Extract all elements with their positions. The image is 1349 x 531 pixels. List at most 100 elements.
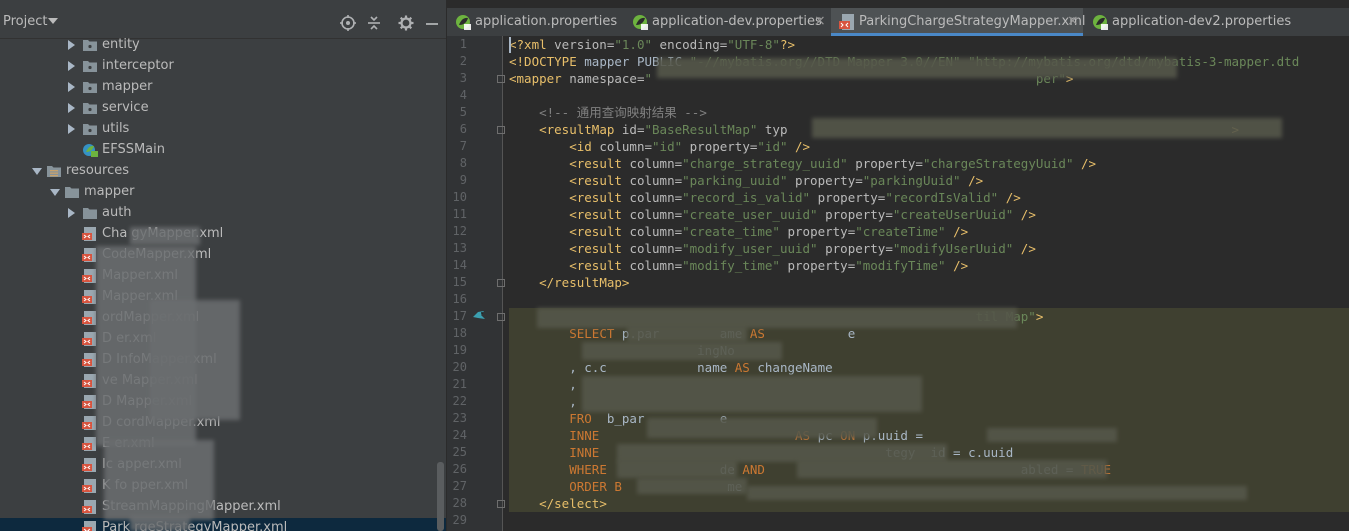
tree-item[interactable]: CodeMapper.xml bbox=[0, 245, 446, 266]
code-token: "record_is_valid" bbox=[682, 190, 811, 205]
line-number: 10 bbox=[452, 190, 467, 204]
code-token: "BaseResultMap" bbox=[644, 122, 758, 137]
code-line: , bbox=[509, 376, 577, 393]
text-cursor bbox=[509, 37, 511, 53]
tree-item[interactable]: utils bbox=[0, 119, 446, 140]
code-token: , bbox=[509, 394, 577, 409]
code-token: typ bbox=[757, 122, 788, 137]
chevron-down-icon[interactable] bbox=[50, 189, 60, 196]
chevron-down-icon[interactable] bbox=[32, 168, 42, 175]
tree-item[interactable]: mapper bbox=[0, 182, 446, 203]
line-number: 13 bbox=[452, 241, 467, 255]
redacted-blur bbox=[987, 428, 1117, 442]
locate-target-icon[interactable] bbox=[339, 14, 357, 32]
line-number: 23 bbox=[452, 411, 467, 425]
tree-item-label: service bbox=[102, 100, 149, 115]
editor-tab[interactable]: ParkingChargeStrategyMapper.xml × bbox=[831, 8, 1085, 36]
tree-item[interactable]: mapper bbox=[0, 77, 446, 98]
editor-tab[interactable]: application.properties bbox=[447, 8, 623, 36]
code-token: , c.c name bbox=[509, 360, 735, 375]
code-token: <!-- 通用查询映射结果 --> bbox=[539, 105, 707, 120]
editor-tab[interactable]: application-dev.properties × bbox=[624, 8, 830, 36]
gear-icon[interactable] bbox=[397, 14, 415, 32]
tree-item[interactable]: Ic apper.xml bbox=[0, 455, 446, 476]
tree-item[interactable]: Mapper.xml bbox=[0, 266, 446, 287]
fold-marker-icon[interactable] bbox=[497, 126, 505, 134]
tree-scrollbar[interactable] bbox=[437, 462, 444, 531]
xml-icon bbox=[82, 458, 98, 472]
chevron-right-icon[interactable] bbox=[68, 208, 75, 218]
code-token: namespace= bbox=[569, 71, 645, 86]
line-number: 7 bbox=[459, 139, 467, 153]
tree-item[interactable]: interceptor bbox=[0, 56, 446, 77]
close-icon[interactable]: × bbox=[814, 13, 826, 29]
code-token: <result bbox=[569, 207, 630, 222]
code-token: /> bbox=[945, 224, 969, 239]
mybatis-bird-icon[interactable] bbox=[472, 308, 486, 322]
tree-item[interactable]: service bbox=[0, 98, 446, 119]
project-view-title[interactable]: Project bbox=[3, 14, 47, 29]
chevron-right-icon[interactable] bbox=[68, 40, 75, 50]
code-token: <resultMap bbox=[539, 122, 622, 137]
chevron-right-icon[interactable] bbox=[68, 61, 75, 71]
fold-marker-icon[interactable] bbox=[497, 500, 505, 508]
fold-marker-icon[interactable] bbox=[497, 75, 505, 83]
redacted-blur bbox=[537, 308, 1017, 328]
code-token: /> bbox=[998, 190, 1021, 205]
hide-panel-icon[interactable] bbox=[423, 14, 441, 32]
code-token: "modifyUserUuid" bbox=[892, 241, 1014, 256]
code-token: "parking_uuid" bbox=[682, 173, 788, 188]
fold-marker-icon[interactable] bbox=[497, 279, 505, 287]
package-icon bbox=[82, 101, 98, 115]
chevron-right-icon[interactable] bbox=[68, 124, 75, 134]
tree-item[interactable]: K fo pper.xml bbox=[0, 476, 446, 497]
tree-item[interactable]: StreamMappingMapper.xml bbox=[0, 497, 446, 518]
code-token: /> bbox=[787, 139, 811, 154]
code-token: property= bbox=[817, 241, 893, 256]
tree-item[interactable]: Cha gyMapper.xml bbox=[0, 224, 446, 245]
code-token: column= bbox=[599, 139, 653, 154]
package-icon bbox=[82, 80, 98, 94]
code-line: <!-- 通用查询映射结果 --> bbox=[509, 104, 707, 121]
line-gutter: 1 2 3 4 5 6 7 8 9 10 11 12 13 14 15 16 17 18 19 20 21 22 23 24 2… bbox=[447, 36, 505, 531]
editor-tab[interactable]: application-dev2.properties bbox=[1084, 8, 1294, 36]
tree-item[interactable]: EFSSMain bbox=[0, 140, 446, 161]
redacted-blur bbox=[797, 460, 1107, 478]
code-editor[interactable]: 1 2 3 4 5 6 7 8 9 10 11 12 13 14 15 16 17 18 19 20 21 22 23 24 2… bbox=[447, 36, 1349, 531]
code-token: property= bbox=[847, 156, 923, 171]
code-token: column= bbox=[629, 173, 683, 188]
code-token: /> bbox=[945, 258, 969, 273]
collapse-all-icon[interactable] bbox=[365, 14, 383, 32]
code-line: </select> bbox=[509, 495, 607, 512]
code-token: property= bbox=[682, 139, 758, 154]
close-icon[interactable]: × bbox=[1067, 13, 1079, 29]
tree-item[interactable]: Park rgeStrategyMapper.xml bbox=[0, 518, 446, 531]
tree-item[interactable]: auth bbox=[0, 203, 446, 224]
tree-item[interactable]: E er.xml bbox=[0, 434, 446, 455]
chevron-right-icon[interactable] bbox=[68, 103, 75, 113]
code-token: <result bbox=[569, 224, 630, 239]
fold-marker-icon[interactable] bbox=[497, 313, 505, 321]
spring-properties-icon bbox=[455, 14, 471, 30]
line-number: 4 bbox=[459, 88, 467, 102]
line-number: 24 bbox=[452, 428, 467, 442]
chevron-right-icon[interactable] bbox=[68, 82, 75, 92]
code-token: , bbox=[509, 377, 577, 392]
chevron-down-icon[interactable] bbox=[48, 18, 58, 24]
code-token: SELECT bbox=[569, 326, 622, 341]
code-line: <result column="parking_uuid" property="… bbox=[509, 172, 983, 189]
redacted-blur bbox=[747, 486, 1247, 500]
line-number: 29 bbox=[452, 513, 467, 527]
tree-item[interactable]: entity bbox=[0, 35, 446, 56]
tree-item-label: interceptor bbox=[102, 58, 174, 73]
code-token: property= bbox=[810, 190, 886, 205]
redacted-blur bbox=[582, 342, 782, 360]
xml-icon bbox=[82, 479, 98, 493]
tree-item[interactable]: resources bbox=[0, 161, 446, 182]
code-line: <?xml version="1.0" encoding="UTF-8"?> bbox=[509, 36, 795, 53]
code-token: <result bbox=[569, 258, 630, 273]
